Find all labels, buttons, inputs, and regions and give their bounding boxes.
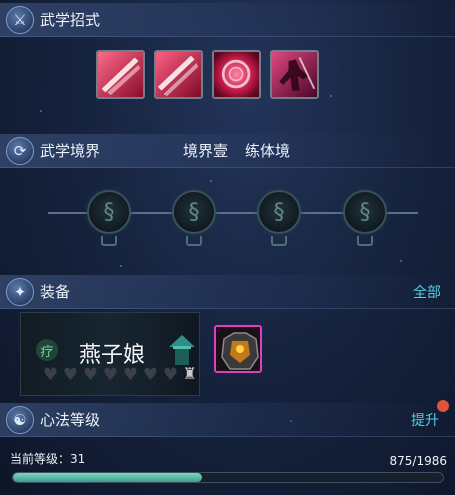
warrior-skill-icon[interactable] (270, 50, 319, 99)
slash-skill-icon[interactable] (96, 50, 145, 99)
realm-level: 练体境 (245, 142, 291, 160)
star-decoration (120, 265, 122, 267)
armor-icon: ✦ (6, 277, 34, 306)
heart-method-section-title: 心法等级 (40, 411, 101, 429)
realm-node[interactable]: § (343, 190, 387, 252)
notification-badge (437, 400, 449, 412)
armor-item-slot[interactable] (214, 325, 262, 373)
swirl-icon: ⟳ (6, 136, 34, 165)
upgrade-button[interactable]: 提升 (411, 410, 439, 430)
heart-icon: ♥ (122, 365, 139, 385)
realm-section-header: ⟳ 武学境界 境界壹 练体境 (0, 134, 455, 168)
equip-section-title: 装备 (40, 283, 71, 301)
realm-section-title: 武学境界 (40, 142, 101, 160)
locked-swirl-icon: § (257, 190, 301, 234)
realm-node[interactable]: § (257, 190, 301, 252)
heart-rating: ♥ ♥ ♥ ♥ ♥ ♥ ♥ (41, 366, 180, 384)
level-progress-text: 875/1986 (389, 454, 448, 468)
straw-hat-icon (169, 335, 195, 365)
skill-list (96, 50, 319, 99)
heart-method-section-header: ☯ 心法等级 提升 (0, 403, 455, 437)
rose-spin-skill-icon[interactable] (212, 50, 261, 99)
realm-node[interactable]: § (172, 190, 216, 252)
equip-section-header: ✦ 装备 全部 (0, 275, 455, 309)
view-all-link[interactable]: 全部 (413, 282, 441, 302)
slash-skill-icon[interactable] (154, 50, 203, 99)
star-decoration (210, 180, 212, 182)
heart-icon: ♥ (62, 365, 79, 385)
star-decoration (330, 95, 332, 97)
healer-type-icon: 疗 (36, 339, 58, 361)
meditate-icon: ☯ (6, 405, 34, 434)
realm-name: 境界壹 (183, 142, 229, 160)
current-level-label: 当前等级：31 (10, 452, 86, 466)
figure-icon: ♜ (182, 364, 197, 383)
realm-node[interactable]: § (87, 190, 131, 252)
heart-icon: ♥ (82, 365, 99, 385)
heart-icon: ♥ (42, 365, 59, 385)
skills-section-title: 武学招式 (40, 11, 101, 29)
locked-swirl-icon: § (172, 190, 216, 234)
level-progress-bar (12, 472, 444, 483)
star-decoration (400, 260, 402, 262)
locked-swirl-icon: § (87, 190, 131, 234)
sword-icon: ⚔ (6, 5, 34, 34)
heart-icon: ♥ (102, 365, 119, 385)
equipped-item-card[interactable]: 疗 燕子娘 ♥ ♥ ♥ ♥ ♥ ♥ ♥ ♜ (20, 312, 200, 396)
star-decoration (40, 110, 42, 112)
armor-item-icon (216, 327, 260, 371)
heart-icon: ♥ (142, 365, 159, 385)
level-progress-fill (13, 473, 203, 482)
heart-icon: ♥ (162, 365, 179, 385)
locked-swirl-icon: § (343, 190, 387, 234)
skills-section-header: ⚔ 武学招式 (0, 3, 455, 37)
